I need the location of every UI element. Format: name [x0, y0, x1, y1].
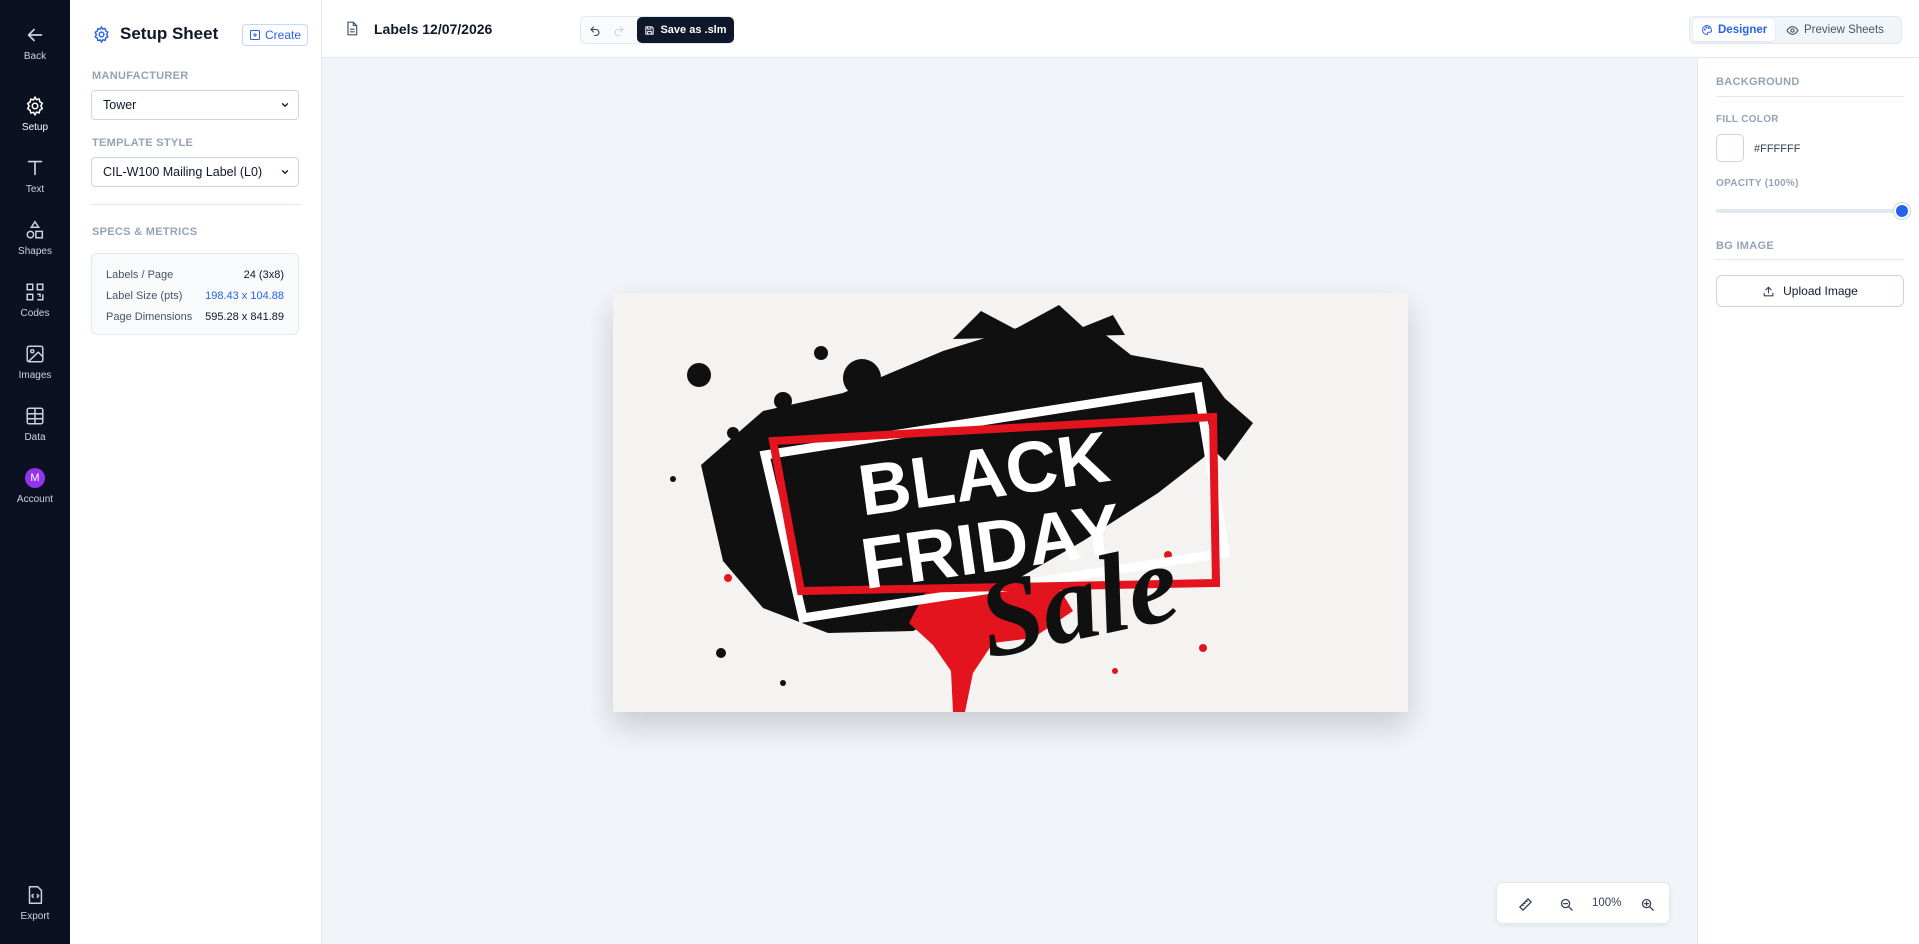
- mode-switch: Designer Preview Sheets: [1689, 16, 1902, 44]
- account-label: Account: [16, 494, 54, 505]
- shapes-label: Shapes: [18, 246, 52, 257]
- save-button[interactable]: Save as .slm: [637, 17, 734, 43]
- document-icon: [347, 21, 358, 36]
- specs-card: Labels / Page 24 (3x8) Label Size (pts) …: [91, 253, 299, 335]
- opacity-label: OPACITY (100%): [1716, 178, 1799, 189]
- divider: [91, 204, 301, 205]
- bg-image-heading: BG IMAGE: [1716, 240, 1775, 252]
- divider: [1716, 96, 1904, 97]
- rail-item-shapes[interactable]: Shapes: [0, 219, 70, 257]
- fill-color-swatch[interactable]: [1716, 134, 1744, 162]
- left-rail: Back Setup Text Shapes Codes Images Data…: [0, 0, 70, 944]
- manufacturer-label: MANUFACTURER: [92, 70, 189, 82]
- redo-button[interactable]: [611, 23, 627, 39]
- manufacturer-value: Tower: [103, 98, 137, 112]
- spec-value: 198.43 x 104.88: [205, 289, 284, 302]
- ruler-icon: [1518, 897, 1532, 911]
- plus-square-icon: [250, 30, 260, 40]
- images-label: Images: [18, 370, 52, 381]
- spec-row: Label Size (pts) 198.43 x 104.88: [106, 285, 284, 306]
- tab-designer[interactable]: Designer: [1693, 19, 1776, 41]
- document-title[interactable]: Labels 12/07/2026: [374, 21, 492, 37]
- setup-title: Setup Sheet: [120, 24, 219, 43]
- rail-item-codes[interactable]: Codes: [0, 281, 70, 319]
- save-label: Save as .slm: [660, 24, 727, 36]
- divider: [1716, 259, 1904, 260]
- fill-color-label: FILL COLOR: [1716, 114, 1779, 125]
- export-button[interactable]: Export: [0, 884, 70, 922]
- black-friday-sale-image[interactable]: BLACK FRIDAY Sale: [613, 293, 1408, 712]
- zoom-toolbar: 100%: [1496, 882, 1670, 924]
- zoom-out-icon: [1560, 898, 1573, 911]
- ruler-button[interactable]: [1515, 894, 1535, 914]
- fill-color-value[interactable]: #FFFFFF: [1754, 143, 1800, 155]
- template-style-label: TEMPLATE STYLE: [92, 137, 194, 149]
- gear-icon: [26, 95, 44, 117]
- rail-item-data[interactable]: Data: [0, 405, 70, 443]
- data-label: Data: [24, 432, 46, 443]
- codes-label: Codes: [20, 308, 50, 319]
- preview-label: Preview Sheets: [1804, 24, 1884, 36]
- zoom-level: 100%: [1592, 897, 1622, 909]
- rail-item-images[interactable]: Images: [0, 343, 70, 381]
- setup-label: Setup: [21, 122, 49, 133]
- zoom-out-button[interactable]: [1556, 894, 1576, 914]
- rail-item-text[interactable]: Text: [0, 157, 70, 195]
- setup-header: Setup Sheet: [92, 24, 218, 44]
- design-canvas[interactable]: BLACK FRIDAY Sale 100%: [322, 58, 1697, 944]
- shapes-icon: [26, 220, 44, 239]
- template-style-select[interactable]: CIL-W100 Mailing Label (L0): [91, 157, 299, 187]
- back-label: Back: [23, 51, 47, 62]
- spec-key: Label Size (pts): [106, 289, 183, 302]
- spec-key: Page Dimensions: [106, 310, 193, 323]
- manufacturer-select[interactable]: Tower: [91, 90, 299, 120]
- eye-icon: [1786, 25, 1799, 35]
- tab-preview-sheets[interactable]: Preview Sheets: [1778, 19, 1892, 41]
- create-button[interactable]: Create: [242, 24, 309, 46]
- label-preview[interactable]: BLACK FRIDAY Sale: [613, 293, 1408, 712]
- spec-row: Labels / Page 24 (3x8): [106, 264, 284, 285]
- opacity-slider[interactable]: [1716, 209, 1904, 213]
- arrow-left-icon: [27, 28, 43, 42]
- back-button[interactable]: Back: [0, 24, 70, 62]
- upload-icon: [1763, 286, 1774, 296]
- opacity-slider-fill: [1716, 209, 1904, 213]
- specs-label: SPECS & METRICS: [92, 226, 198, 238]
- palette-icon: [1702, 24, 1713, 36]
- designer-label: Designer: [1718, 24, 1768, 36]
- table-icon: [26, 407, 44, 425]
- chevron-down-icon: [281, 170, 289, 174]
- text-icon: [27, 160, 43, 176]
- qr-code-icon: [26, 283, 44, 301]
- gear-icon: [94, 25, 109, 43]
- rail-item-setup[interactable]: Setup: [0, 95, 70, 133]
- avatar: M: [25, 468, 45, 488]
- redo-icon: [614, 26, 624, 37]
- undo-button[interactable]: [587, 23, 603, 39]
- spec-value: 24 (3x8): [243, 268, 284, 281]
- image-icon: [26, 345, 44, 363]
- background-heading: BACKGROUND: [1716, 76, 1800, 88]
- upload-image-button[interactable]: Upload Image: [1716, 275, 1904, 307]
- setup-panel: Setup Sheet Create MANUFACTURER Tower TE…: [70, 0, 322, 944]
- spec-row: Page Dimensions 595.28 x 841.89: [106, 306, 284, 327]
- save-icon: [645, 25, 655, 35]
- template-style-value: CIL-W100 Mailing Label (L0): [103, 165, 263, 179]
- zoom-in-button[interactable]: [1637, 894, 1657, 914]
- create-label: Create: [265, 28, 302, 42]
- spec-key: Labels / Page: [106, 268, 174, 281]
- rail-item-account[interactable]: M Account: [0, 468, 70, 505]
- export-label: Export: [20, 911, 50, 922]
- properties-panel: BACKGROUND FILL COLOR #FFFFFF OPACITY (1…: [1697, 58, 1919, 944]
- text-label: Text: [25, 184, 45, 195]
- undo-icon: [590, 26, 600, 37]
- top-bar: Labels 12/07/2026 Save as .slm Designer …: [322, 0, 1919, 58]
- spec-value: 595.28 x 841.89: [205, 310, 284, 323]
- history-group: Save as .slm: [580, 16, 734, 44]
- file-code-icon: [28, 886, 43, 904]
- opacity-slider-thumb[interactable]: [1894, 203, 1910, 219]
- chevron-down-icon: [281, 103, 289, 107]
- upload-image-label: Upload Image: [1783, 284, 1858, 298]
- zoom-in-icon: [1641, 898, 1654, 911]
